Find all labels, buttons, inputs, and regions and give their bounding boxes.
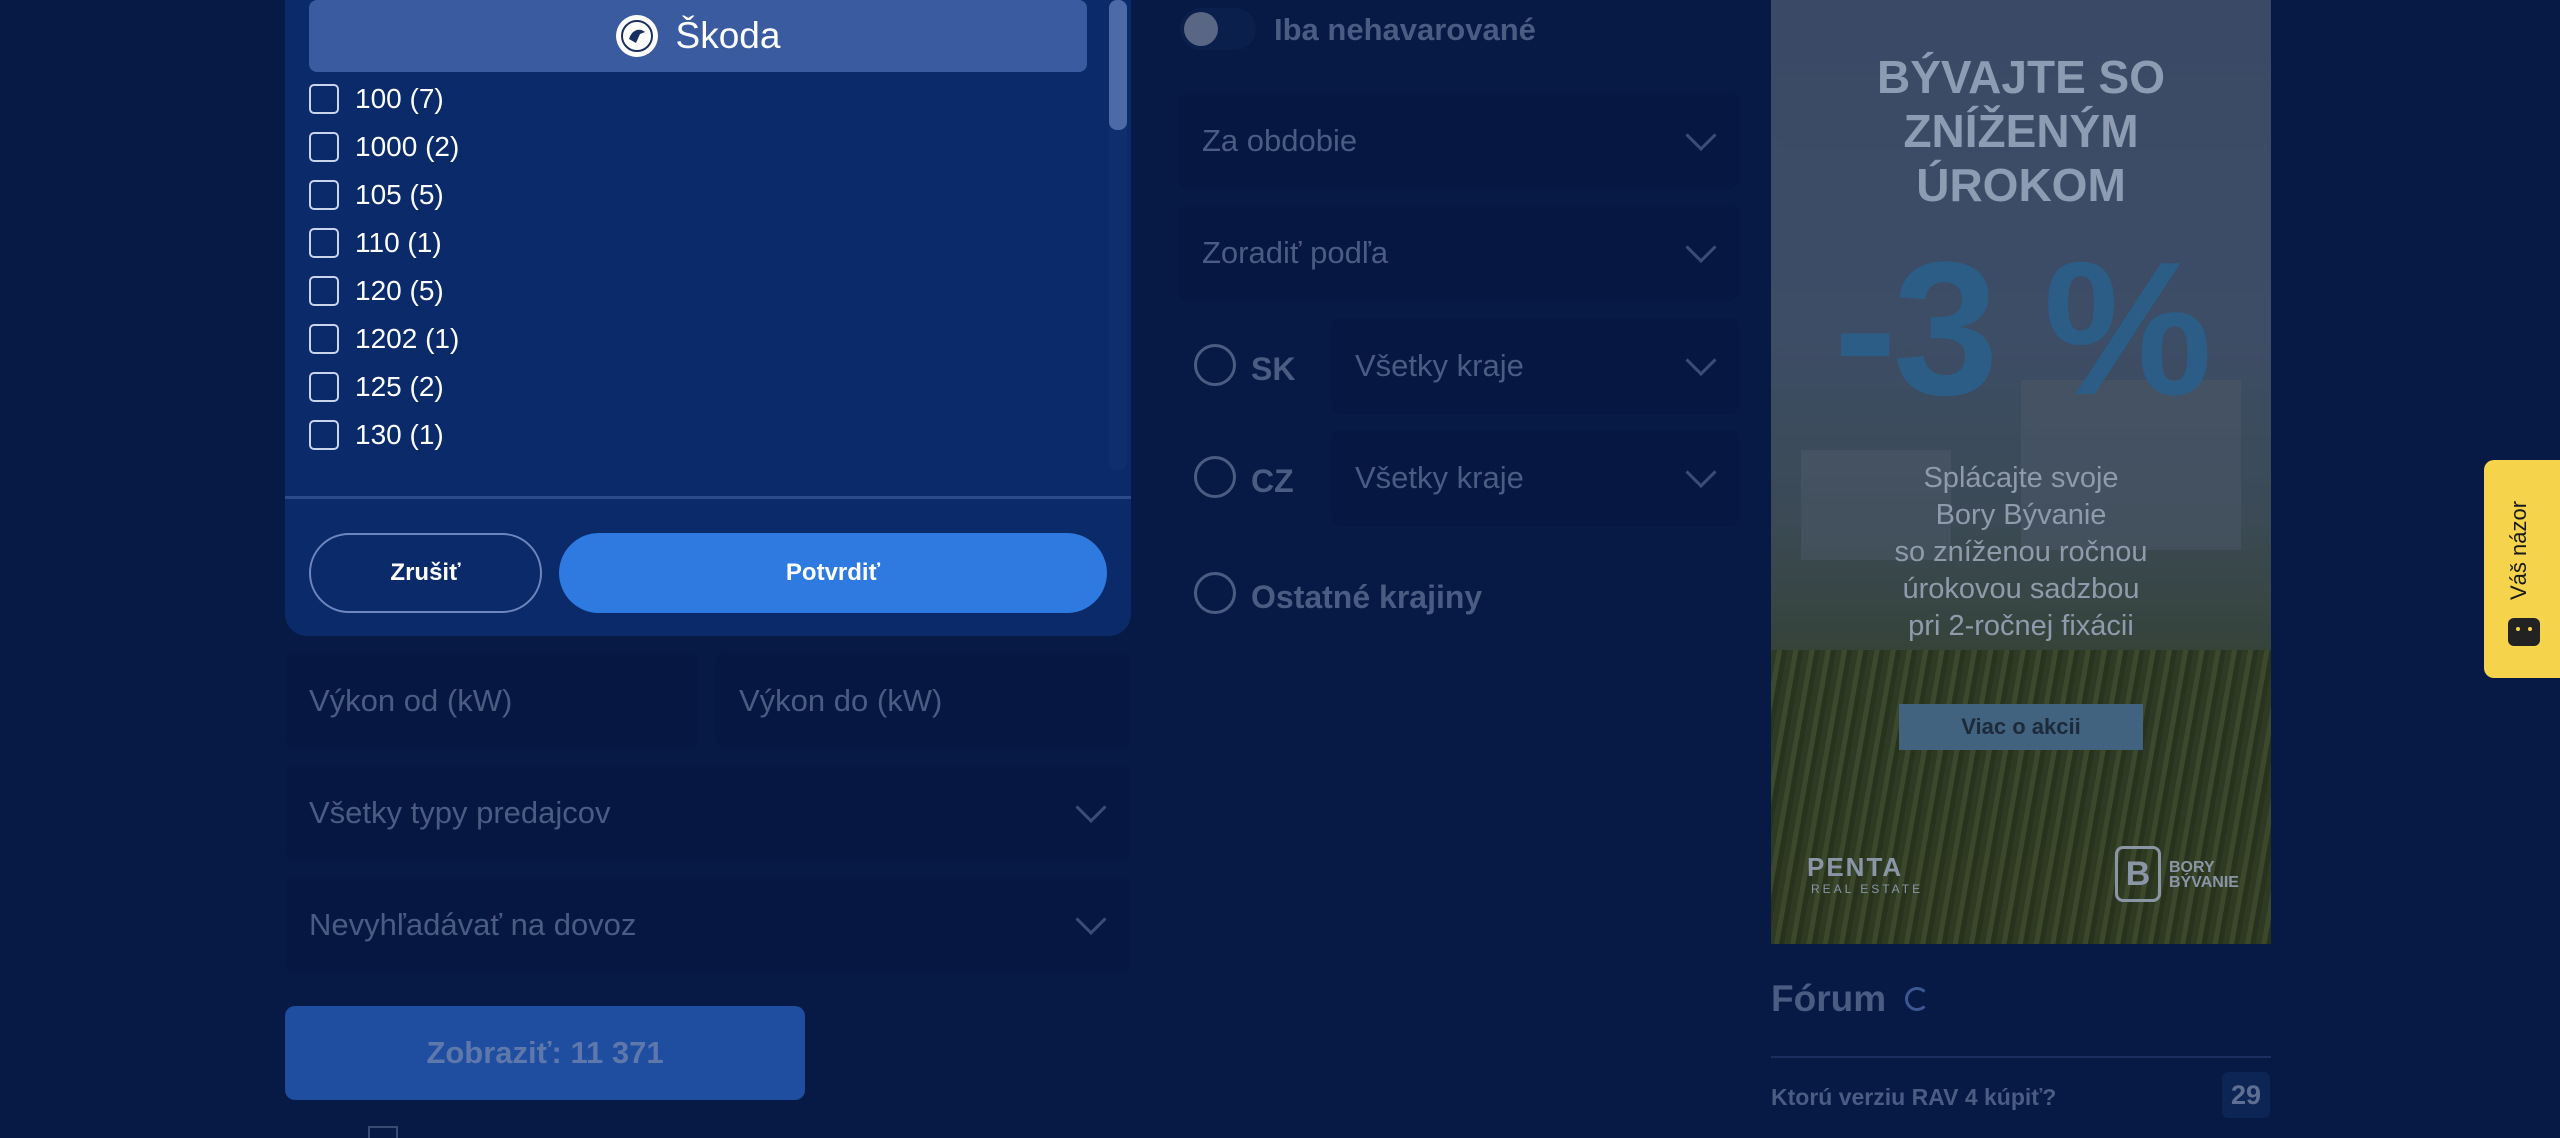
model-label: 1202 (1) <box>355 323 460 354</box>
confirm-button[interactable]: Potvrdiť <box>559 533 1107 613</box>
bory-logo-line: BORY <box>2169 859 2215 876</box>
ad-headline: BÝVAJTE SO ZNÍŽENÝM ÚROKOM <box>1771 50 2271 212</box>
scrollbar-thumb[interactable] <box>1109 0 1127 130</box>
ad-headline-line: ZNÍŽENÝM <box>1903 105 2139 157</box>
region-sk-select[interactable]: Všetky kraje <box>1331 318 1740 414</box>
show-results-button[interactable]: Zobraziť: 11 371 <box>285 1006 805 1100</box>
sort-by-value: Zoradiť podľa <box>1202 235 1389 270</box>
undamaged-toggle[interactable] <box>1180 8 1256 50</box>
seller-type-value: Všetky typy predajcov <box>309 795 611 830</box>
chevron-down-icon <box>1685 119 1717 152</box>
brand-header[interactable]: Škoda <box>309 0 1087 72</box>
ad-body-line: pri 2-ročnej fixácii <box>1908 610 2134 642</box>
sort-by-select[interactable]: Zoradiť podľa <box>1178 205 1740 301</box>
region-sk-value: Všetky kraje <box>1355 348 1524 383</box>
feedback-tab[interactable]: Váš názor <box>2484 460 2560 678</box>
checkbox[interactable] <box>309 132 339 162</box>
saved-search-icon <box>368 1126 398 1138</box>
chevron-down-icon <box>1075 791 1107 824</box>
cancel-button[interactable]: Zrušiť <box>309 533 542 613</box>
power-from-input[interactable]: Výkon od (kW) <box>285 653 698 749</box>
model-picker-popup: Škoda 100 (7) 1000 (2) 105 (5) 110 (1) 1… <box>285 0 1131 636</box>
model-label: 120 (5) <box>355 275 444 306</box>
import-select[interactable]: Nevyhľadávať na dovoz <box>285 877 1130 973</box>
period-value: Za obdobie <box>1202 123 1358 158</box>
region-other-label: Ostatné krajiny <box>1251 579 1483 615</box>
forum-title[interactable]: Fórum <box>1771 978 1886 1020</box>
period-select[interactable]: Za obdobie <box>1178 93 1740 189</box>
model-label: 1000 (2) <box>355 131 460 162</box>
list-item[interactable]: 100 (7) <box>309 75 1049 123</box>
list-item[interactable]: 110 (1) <box>309 219 1049 267</box>
checkbox[interactable] <box>309 324 339 354</box>
chevron-down-icon <box>1075 903 1107 936</box>
advertisement-banner[interactable]: BÝVAJTE SO ZNÍŽENÝM ÚROKOM -3 % Splácajt… <box>1771 0 2271 944</box>
chevron-down-icon <box>1685 344 1717 377</box>
region-cz-value: Všetky kraje <box>1355 460 1524 495</box>
region-cz-radio[interactable] <box>1194 456 1236 498</box>
ad-grass-image <box>1771 650 2271 944</box>
forum-thread-link[interactable]: Ktorú verziu RAV 4 kúpiť? <box>1771 1084 2056 1111</box>
list-item[interactable]: 1202 (1) <box>309 315 1049 363</box>
checkbox[interactable] <box>309 372 339 402</box>
model-list: 100 (7) 1000 (2) 105 (5) 110 (1) 120 (5)… <box>309 75 1049 459</box>
model-list-scrollbar[interactable] <box>1109 0 1127 470</box>
divider <box>285 496 1131 499</box>
list-item[interactable]: 120 (5) <box>309 267 1049 315</box>
chevron-down-icon <box>1685 231 1717 264</box>
toggle-knob <box>1184 12 1218 46</box>
penta-logo: PENTA <box>1807 852 1904 882</box>
ad-headline-line: BÝVAJTE SO <box>1877 51 2165 103</box>
divider <box>1771 1056 2271 1058</box>
model-label: 105 (5) <box>355 179 444 210</box>
model-label: 110 (1) <box>355 227 442 258</box>
ad-body-line: so zníženou ročnou <box>1894 536 2148 568</box>
penta-logo-subtitle: REAL ESTATE <box>1811 882 1924 896</box>
ad-cta-button[interactable]: Viac o akcii <box>1899 704 2143 750</box>
seller-type-select[interactable]: Všetky typy predajcov <box>285 765 1130 861</box>
feedback-label: Váš názor <box>2506 500 2531 600</box>
ad-body-line: úrokovou sadzbou <box>1902 573 2140 605</box>
model-label: 100 (7) <box>355 83 444 114</box>
region-sk-label: SK <box>1251 351 1296 387</box>
bory-logo-icon: B <box>2115 846 2161 902</box>
chevron-down-icon <box>1685 456 1717 489</box>
brand-name: Škoda <box>675 15 781 56</box>
undamaged-toggle-label: Iba nehavarované <box>1274 12 1536 47</box>
feedback-icon <box>2508 618 2540 646</box>
list-item[interactable]: 1000 (2) <box>309 123 1049 171</box>
list-item[interactable]: 105 (5) <box>309 171 1049 219</box>
checkbox[interactable] <box>309 84 339 114</box>
region-cz-select[interactable]: Všetky kraje <box>1331 430 1740 526</box>
checkbox[interactable] <box>309 180 339 210</box>
forum-thread-count: 29 <box>2222 1072 2270 1118</box>
ad-body-line: Splácajte svoje <box>1923 462 2119 494</box>
ad-body: Splácajte svoje Bory Bývanie so zníženou… <box>1771 460 2271 645</box>
skoda-logo-icon <box>615 15 658 57</box>
model-label: 130 (1) <box>355 419 444 450</box>
refresh-icon[interactable] <box>1905 987 1929 1011</box>
region-other-radio[interactable] <box>1194 572 1236 614</box>
ad-headline-line: ÚROKOM <box>1916 159 2126 211</box>
checkbox[interactable] <box>309 228 339 258</box>
region-sk-radio[interactable] <box>1194 344 1236 386</box>
import-value: Nevyhľadávať na dovoz <box>309 907 637 942</box>
bory-logo-text: BORY BÝVANIE <box>2169 859 2239 891</box>
ad-percent: -3 % <box>1833 223 2213 435</box>
list-item[interactable]: 130 (1) <box>309 411 1049 459</box>
checkbox[interactable] <box>309 276 339 306</box>
model-label: 125 (2) <box>355 371 444 402</box>
power-to-input[interactable]: Výkon do (kW) <box>715 653 1130 749</box>
ad-body-line: Bory Bývanie <box>1935 499 2107 531</box>
list-item[interactable]: 125 (2) <box>309 363 1049 411</box>
region-cz-label: CZ <box>1251 463 1294 499</box>
bory-logo-line: BÝVANIE <box>2169 874 2239 891</box>
checkbox[interactable] <box>309 420 339 450</box>
